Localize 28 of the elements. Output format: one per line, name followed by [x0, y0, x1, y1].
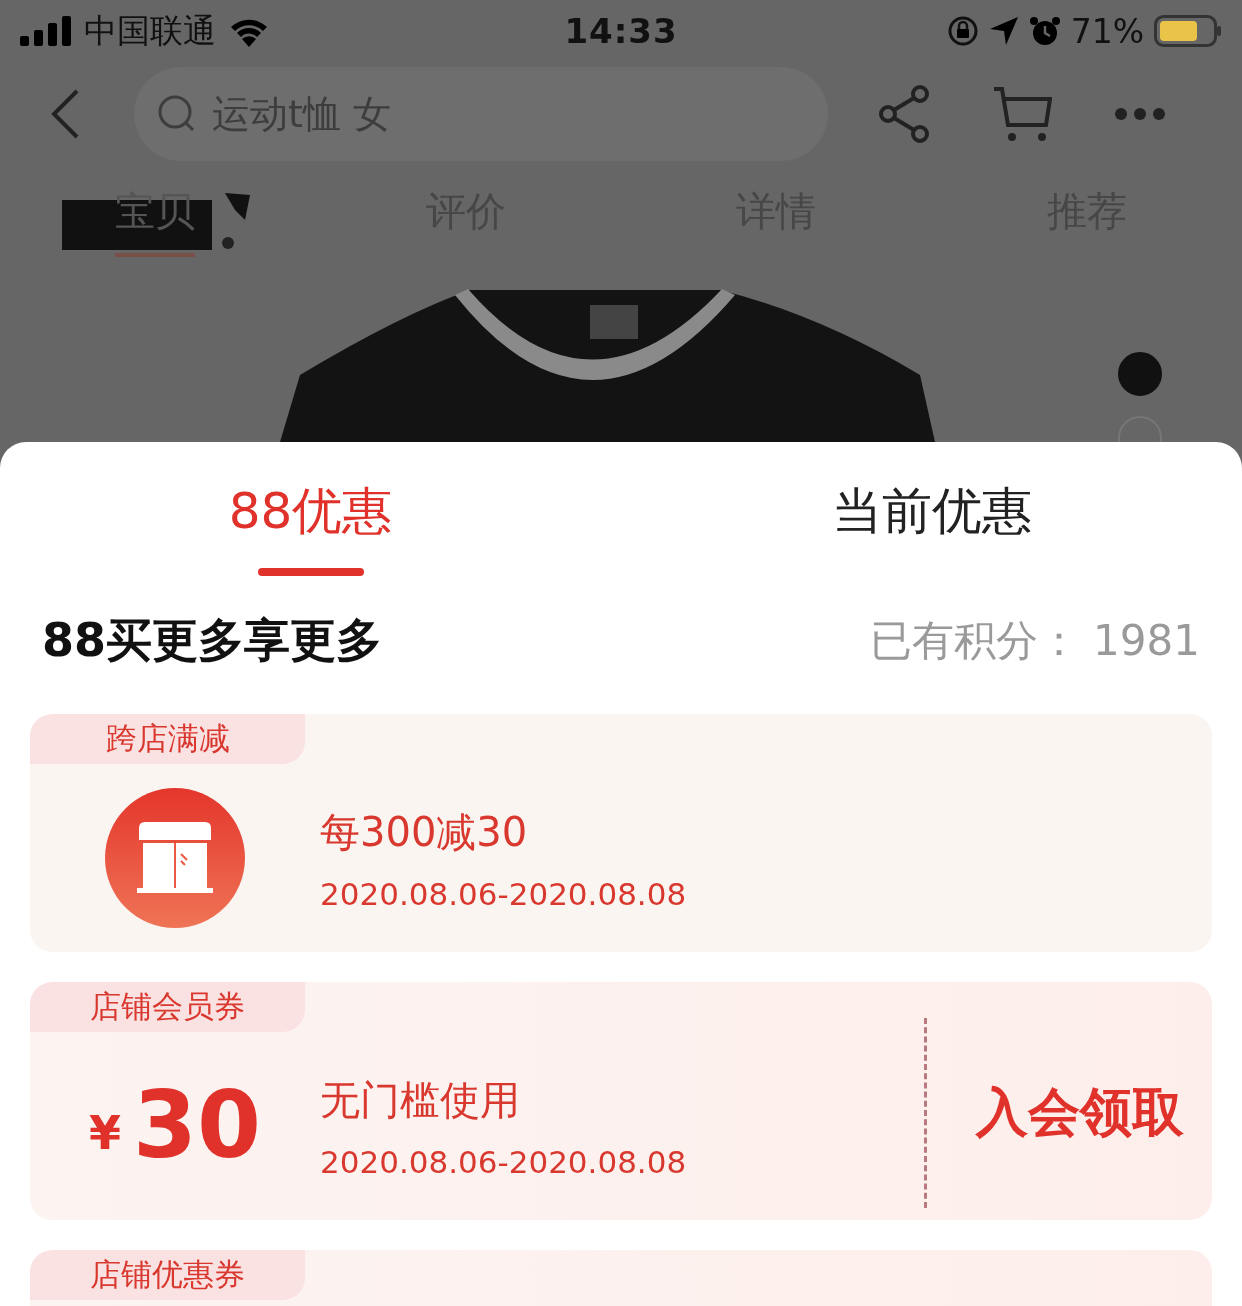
points-balance: 已有积分： 1981 — [869, 615, 1200, 667]
more-icon[interactable] — [1114, 107, 1166, 121]
product-tab[interactable]: 宝贝 — [115, 184, 196, 257]
battery-icon — [1154, 15, 1222, 47]
back-icon[interactable] — [50, 89, 80, 139]
section-heading: 88买更多享更多 — [42, 612, 382, 669]
join-button[interactable]: 入会领取 — [975, 1078, 1184, 1148]
coupon-title: 无门槛使用 — [320, 1075, 521, 1125]
offer-tab[interactable]: 当前优惠 — [831, 478, 1032, 542]
coupon-date: 2020.08.06-2020.08.08 — [320, 875, 688, 912]
offer-tab[interactable]: 88优惠 — [228, 478, 393, 542]
carrier-name: 中国联通 — [84, 9, 216, 52]
alarm-clock-icon — [1028, 15, 1061, 47]
coupon-tag: 店铺优惠券 — [30, 1250, 305, 1300]
coupon-title: 每300减30 — [320, 807, 529, 857]
signal-icon — [20, 16, 72, 46]
coupon-tag: 跨店满减 — [30, 714, 305, 764]
currency-symbol: ¥ — [88, 1106, 121, 1160]
coupon-amount: 30 — [133, 1080, 261, 1172]
battery-percent: 71% — [1070, 11, 1144, 51]
clock-time: 14:33 — [564, 11, 678, 51]
coupon-date: 2020.08.06-2020.08.08 — [320, 1143, 688, 1180]
location-arrow-icon — [988, 16, 1019, 46]
cart-icon[interactable] — [992, 85, 1052, 143]
share-icon[interactable] — [878, 85, 930, 143]
store-icon — [105, 788, 245, 928]
orientation-lock-icon — [946, 15, 979, 47]
coupon-tag: 店铺会员券 — [30, 982, 305, 1032]
